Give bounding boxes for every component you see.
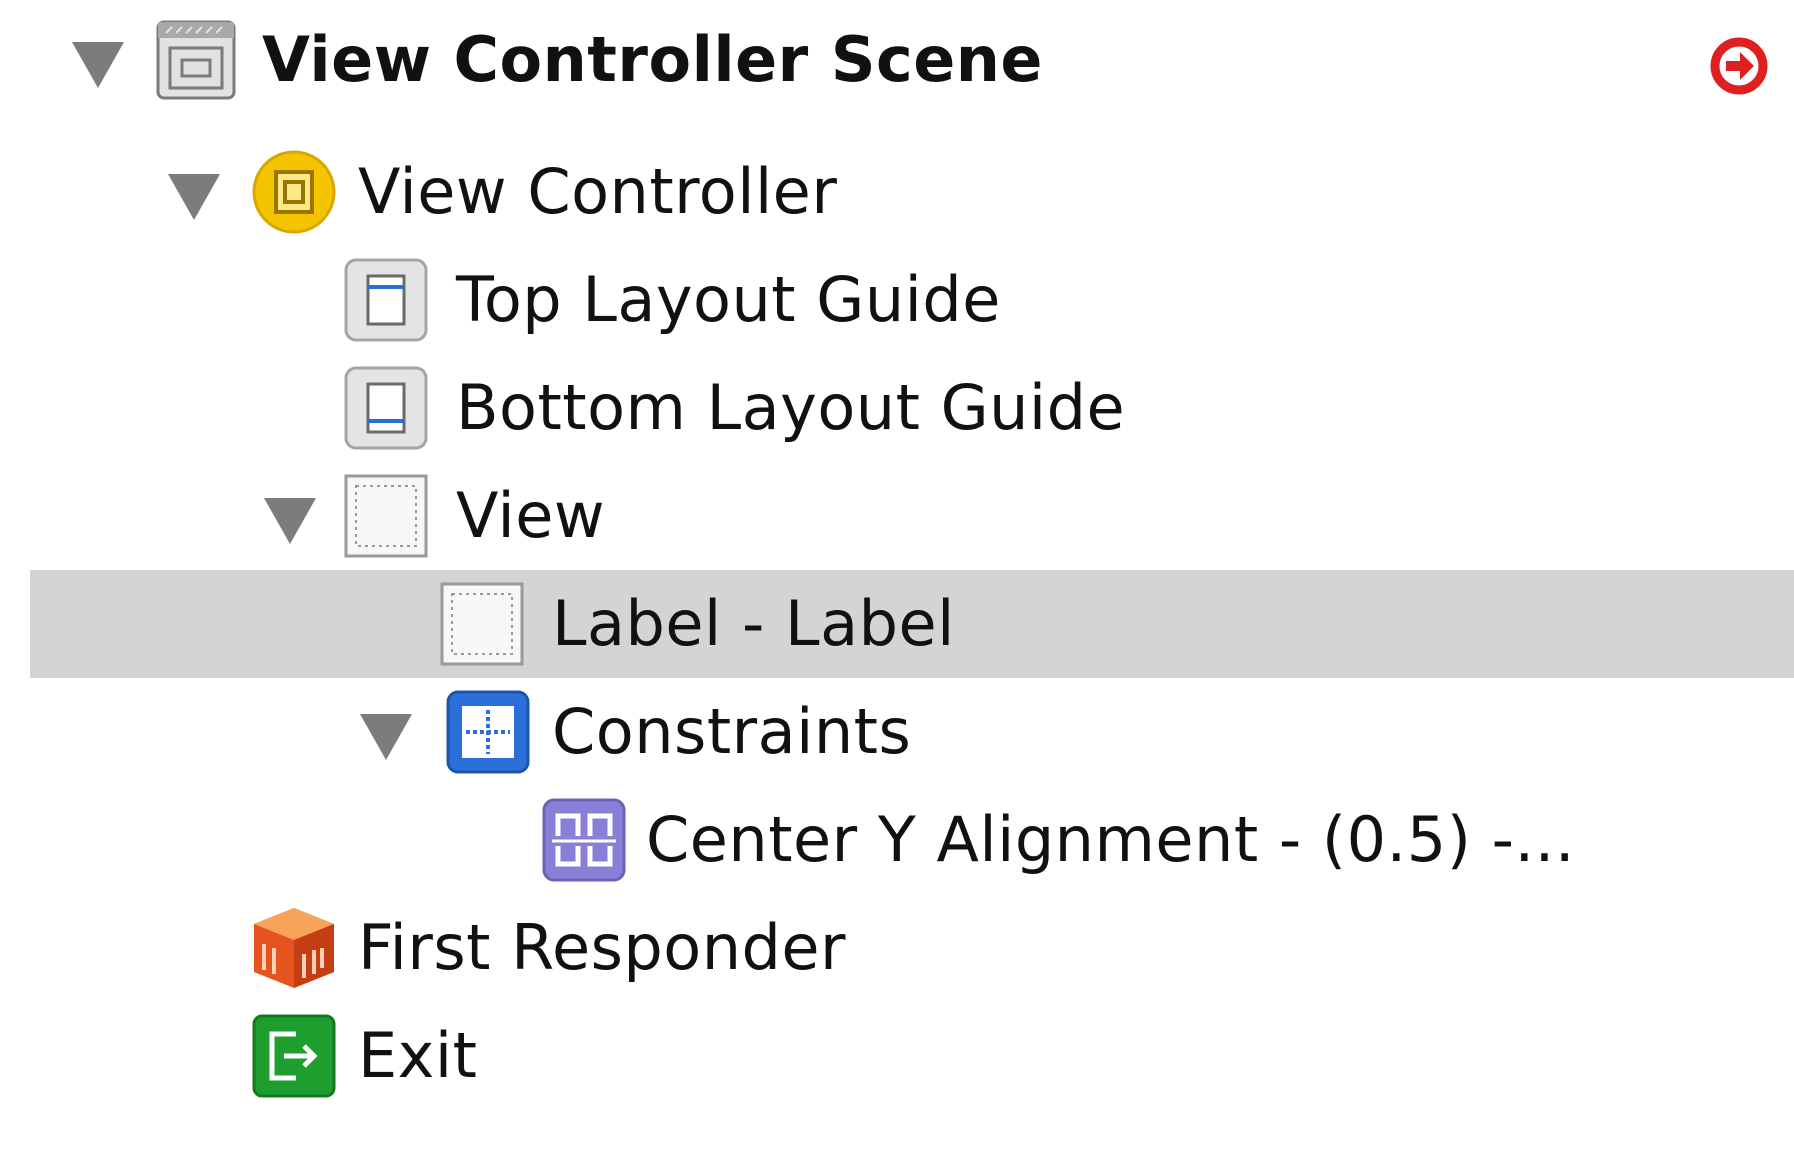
alignment-constraint-icon (540, 796, 628, 884)
outline-row-top-layout-guide[interactable]: Top Layout Guide (0, 246, 1794, 354)
outline-row-exit[interactable]: Exit (0, 1002, 1794, 1110)
center-y-alignment-label: Center Y Alignment - (0.5) -... (646, 803, 1576, 876)
view-label: View (456, 479, 606, 552)
outline-row-label[interactable]: Label - Label (30, 570, 1794, 678)
disclosure-triangle-icon[interactable] (72, 42, 124, 88)
outline-row-center-y-alignment[interactable]: Center Y Alignment - (0.5) -... (0, 786, 1794, 894)
exit-icon (250, 1012, 338, 1100)
document-outline: View Controller Scene View Controller To… (0, 0, 1794, 1174)
outline-row-view-controller[interactable]: View Controller (0, 138, 1794, 246)
first-responder-cube-icon (250, 904, 338, 992)
warning-arrow-icon[interactable] (1710, 37, 1768, 95)
view-icon (342, 472, 430, 560)
outline-row-constraints[interactable]: Constraints (0, 678, 1794, 786)
scene-label: View Controller Scene (262, 23, 1043, 96)
top-layout-guide-icon (342, 256, 430, 344)
view-controller-icon (250, 148, 338, 236)
bottom-layout-guide-icon (342, 364, 430, 452)
outline-row-view[interactable]: View (0, 462, 1794, 570)
constraints-label: Constraints (552, 695, 912, 768)
outline-row-first-responder[interactable]: First Responder (0, 894, 1794, 1002)
top-layout-guide-label: Top Layout Guide (456, 263, 1001, 336)
label-icon (438, 580, 526, 668)
disclosure-triangle-icon[interactable] (168, 174, 220, 220)
disclosure-triangle-icon[interactable] (360, 714, 412, 760)
outline-row-bottom-layout-guide[interactable]: Bottom Layout Guide (0, 354, 1794, 462)
constraints-icon (444, 688, 532, 776)
disclosure-triangle-icon[interactable] (264, 498, 316, 544)
label-item-label: Label - Label (552, 587, 955, 660)
first-responder-label: First Responder (358, 911, 846, 984)
scene-icon (152, 16, 240, 104)
exit-label: Exit (358, 1019, 478, 1092)
view-controller-label: View Controller (358, 155, 838, 228)
bottom-layout-guide-label: Bottom Layout Guide (456, 371, 1126, 444)
outline-row-scene[interactable]: View Controller Scene (0, 6, 1794, 114)
